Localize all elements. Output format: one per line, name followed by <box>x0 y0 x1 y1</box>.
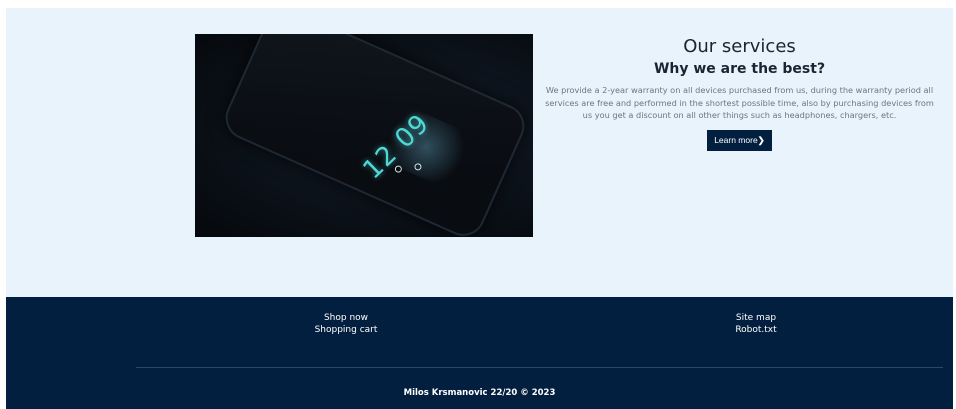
services-image: 12 09 <box>195 34 533 237</box>
services-section: 12 09 Our services Why we are the best? … <box>6 8 953 297</box>
services-text: Our services Why we are the best? We pro… <box>537 34 942 151</box>
site-map-link[interactable]: Site map <box>716 312 796 324</box>
robot-txt-link[interactable]: Robot.txt <box>716 324 796 336</box>
services-subtitle: Why we are the best? <box>653 61 826 77</box>
shop-now-link[interactable]: Shop now <box>306 312 386 324</box>
footer-shop-links: Shop now Shopping cart <box>306 312 386 336</box>
phone-illustration: 12 09 <box>218 34 532 237</box>
services-title: Our services <box>683 36 796 57</box>
learn-more-button[interactable]: Learn more❯ <box>707 129 772 151</box>
footer-site-links: Site map Robot.txt <box>716 312 796 336</box>
shopping-cart-link[interactable]: Shopping cart <box>306 324 386 336</box>
learn-more-label: Learn more <box>714 134 758 145</box>
chevron-right-icon: ❯ <box>757 134 765 145</box>
services-description: We provide a 2-year warranty on all devi… <box>545 85 934 120</box>
copyright-text: Milos Krsmanovic 22/20 © 2023 <box>403 388 556 398</box>
footer-divider <box>136 367 943 368</box>
site-footer: Shop now Shopping cart Site map Robot.tx… <box>6 297 953 409</box>
